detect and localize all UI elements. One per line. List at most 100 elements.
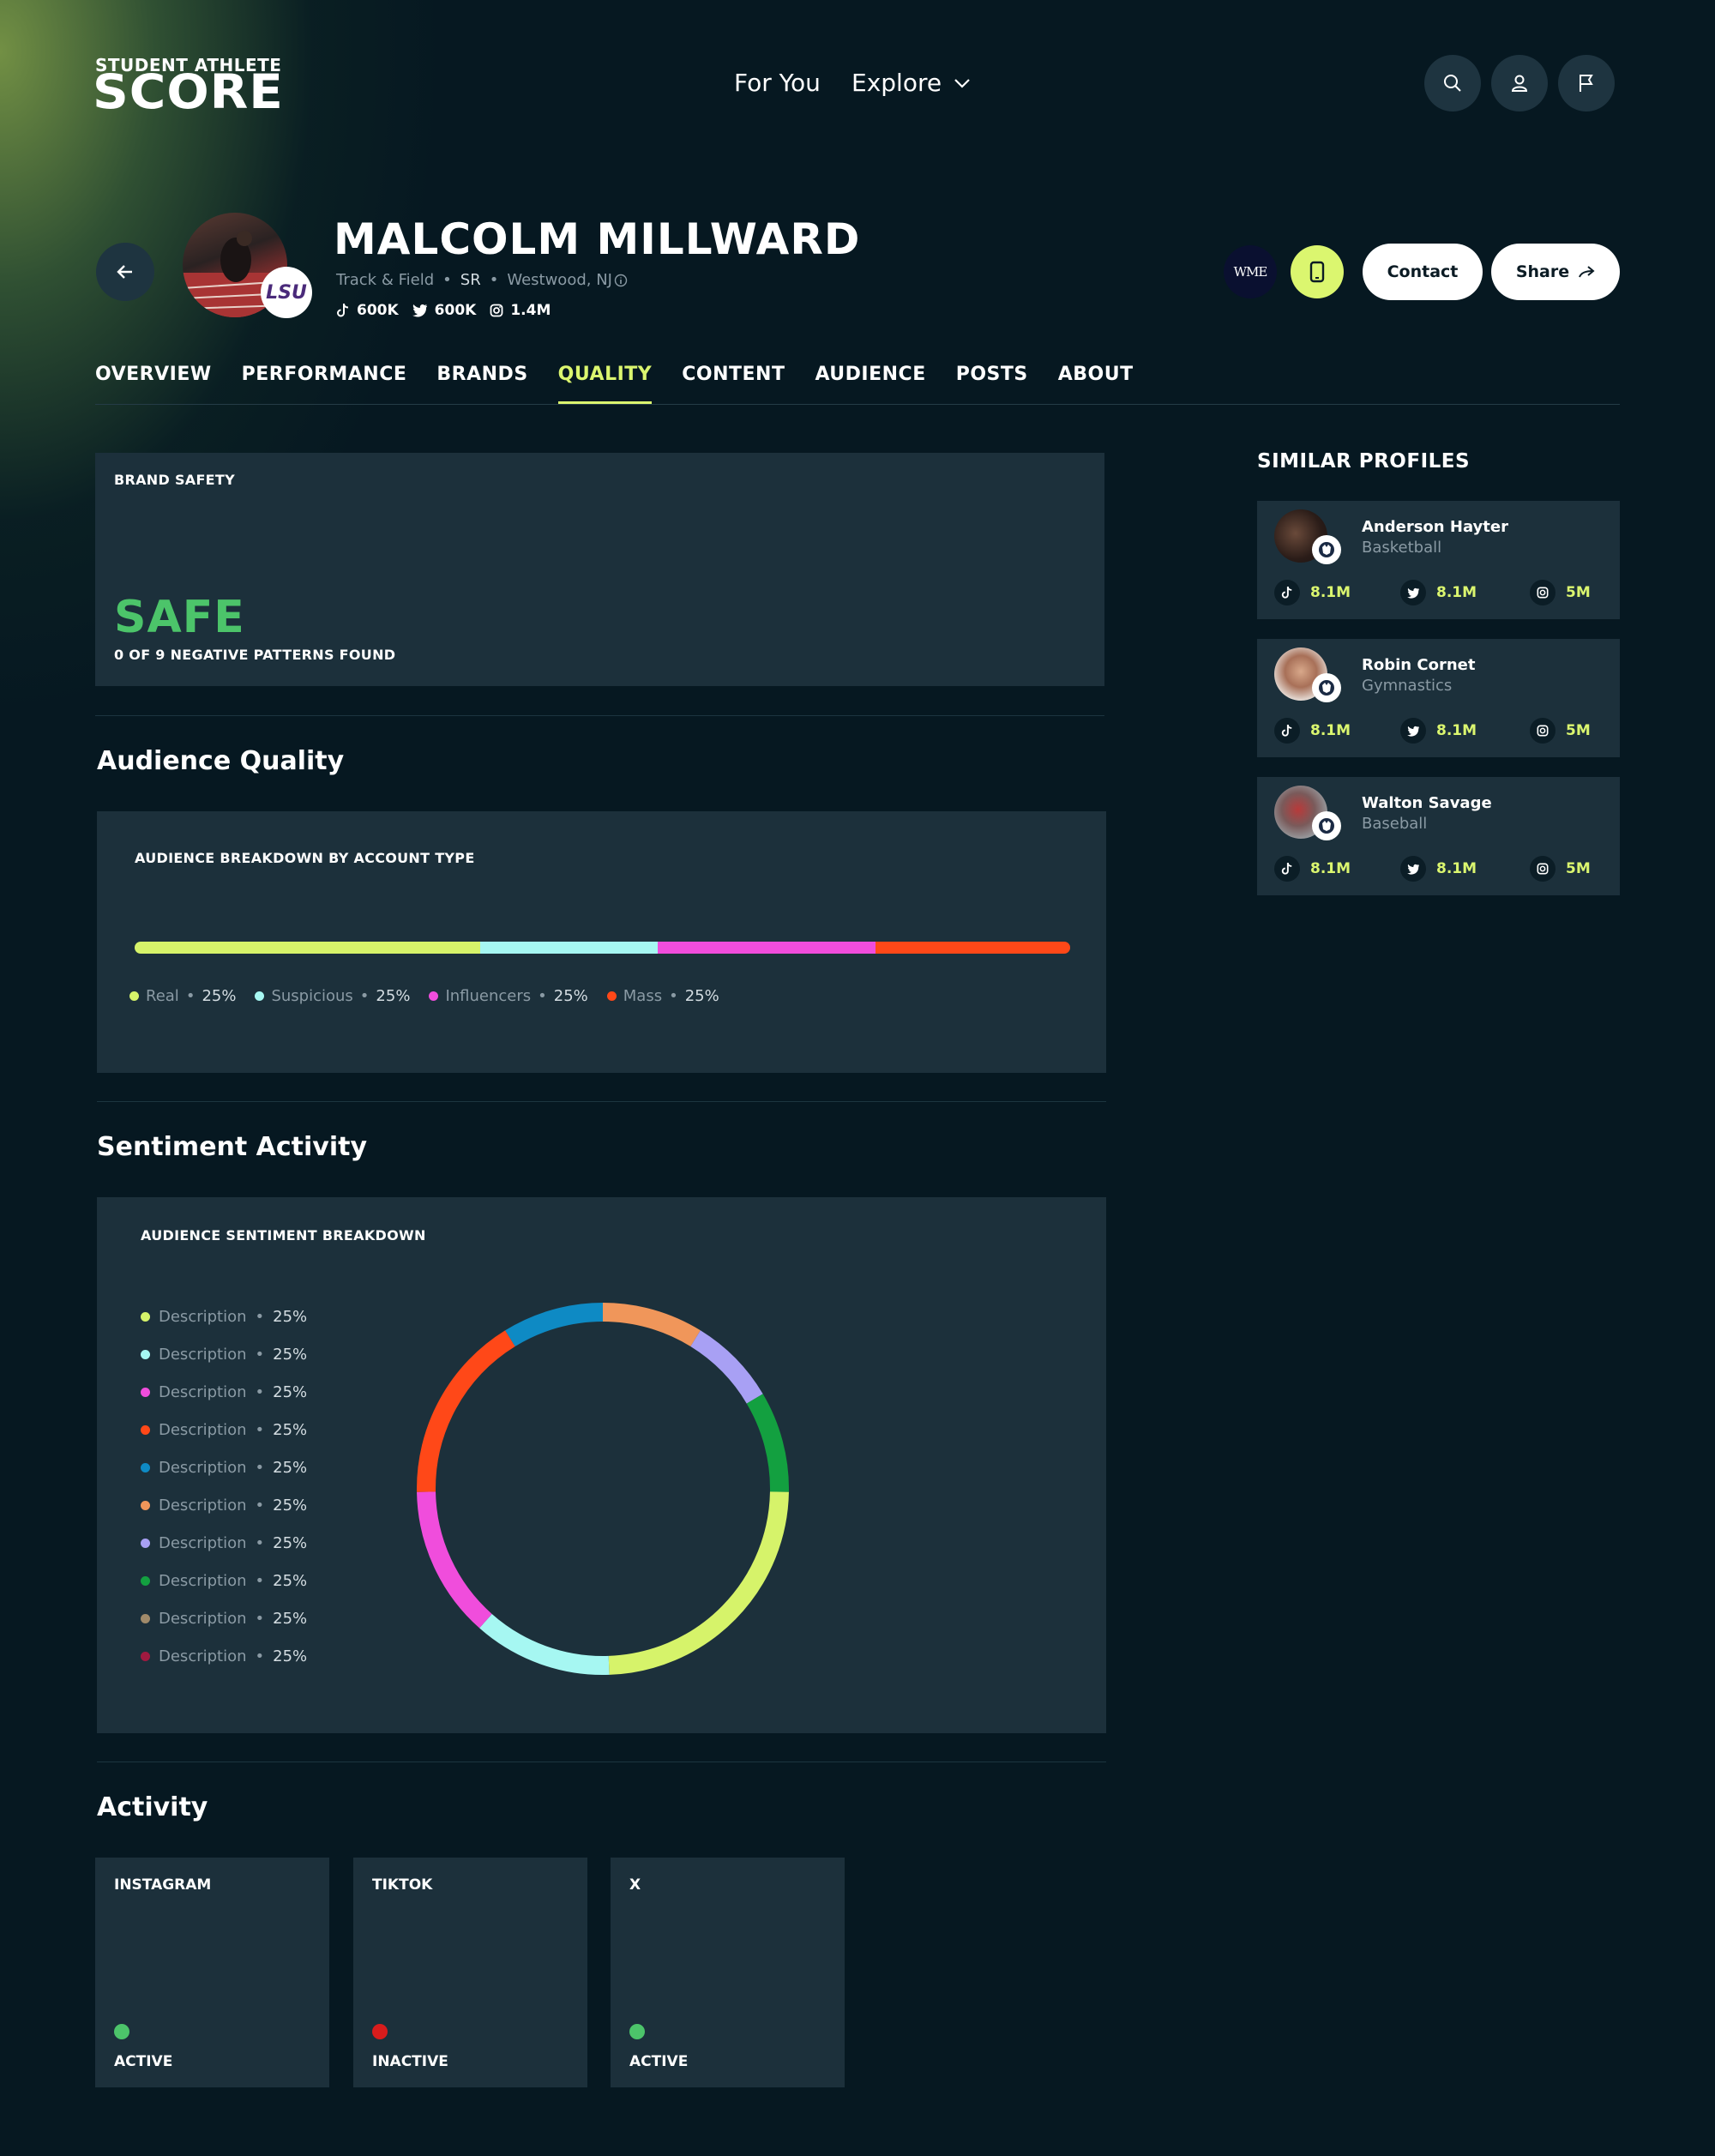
back-button[interactable] [96, 243, 154, 301]
search-button[interactable] [1424, 55, 1481, 111]
legend-label: Description [159, 1533, 247, 1552]
legend-label: Description [159, 1420, 247, 1439]
separator-dot: • [255, 1496, 265, 1515]
profile-name: Anderson Hayter [1362, 518, 1508, 536]
search-icon [1444, 75, 1461, 92]
profile-sport: Gymnastics [1362, 677, 1453, 695]
legend-value: 25% [553, 987, 588, 1005]
legend-value: 25% [273, 1345, 308, 1364]
legend-label: Description [159, 1307, 247, 1326]
share-button[interactable]: Share [1491, 244, 1620, 300]
twitter-stat: 8.1M [1400, 580, 1477, 605]
legend-label: Description [159, 1647, 247, 1665]
legend-label: Influencers [445, 987, 532, 1005]
legend-label: Description [159, 1458, 247, 1477]
sentiment-donut-chart [417, 1303, 789, 1675]
similar-profile-card[interactable]: Anderson Hayter Basketball 8.1M 8.1M 5M [1257, 501, 1620, 619]
audience-breakdown-card: AUDIENCE BREAKDOWN BY ACCOUNT TYPE Real … [97, 811, 1106, 1073]
tab-performance[interactable]: PERFORMANCE [242, 364, 407, 402]
legend-dot [141, 1424, 150, 1435]
tab-overview[interactable]: OVERVIEW [95, 364, 212, 402]
separator-dot: • [538, 987, 547, 1005]
separator-dot: • [255, 1571, 265, 1590]
sentiment-legend-item: Description • 25% [141, 1420, 308, 1439]
separator-dot: • [489, 271, 499, 289]
tiktok-stat: 8.1M [1274, 718, 1351, 744]
instagram-stat: 5M [1530, 718, 1591, 744]
profile-name: Walton Savage [1362, 794, 1492, 812]
agency-logo[interactable]: WME [1224, 245, 1277, 298]
contact-button[interactable]: Contact [1363, 244, 1483, 300]
account-button[interactable] [1491, 55, 1548, 111]
instagram-stat[interactable]: 1.4M [490, 302, 551, 319]
profile-name: Robin Cornet [1362, 656, 1476, 674]
audience-breakdown-label: AUDIENCE BREAKDOWN BY ACCOUNT TYPE [135, 850, 475, 866]
donut-slice-0 [602, 1303, 701, 1347]
logo-title[interactable]: SCORE [93, 68, 284, 115]
phone-icon [1309, 261, 1325, 283]
nav-explore-label: Explore [851, 69, 942, 97]
tab-content[interactable]: CONTENT [682, 364, 785, 402]
twitter-stat[interactable]: 600K [412, 302, 477, 319]
school-badge: LSU [261, 267, 312, 318]
legend-label: Real [146, 987, 179, 1005]
tab-quality[interactable]: QUALITY [557, 364, 653, 404]
activity-status: INACTIVE [372, 2053, 448, 2070]
activity-platform: TIKTOK [372, 1876, 433, 1894]
tab-audience[interactable]: AUDIENCE [815, 364, 925, 402]
activity-platform: X [629, 1876, 641, 1894]
twitter-count: 600K [434, 302, 477, 319]
legend-value: 25% [684, 987, 719, 1005]
tab-about[interactable]: ABOUT [1058, 364, 1134, 402]
nav-for-you[interactable]: For You [734, 69, 821, 97]
husky-icon [1319, 542, 1334, 557]
instagram-icon [1530, 580, 1556, 605]
similar-profile-card[interactable]: Robin Cornet Gymnastics 8.1M 8.1M 5M [1257, 639, 1620, 757]
separator-dot: • [255, 1533, 265, 1552]
school-badge [1312, 673, 1341, 702]
twitter-icon [1400, 718, 1426, 744]
donut-slice-5 [417, 1491, 492, 1629]
info-icon[interactable] [614, 274, 628, 287]
legend-item-real: Real • 25% [129, 987, 236, 1005]
tiktok-count: 600K [357, 302, 399, 319]
stat-value: 8.1M [1436, 860, 1477, 877]
phone-button[interactable] [1291, 245, 1344, 298]
legend-label: Mass [623, 987, 663, 1005]
sentiment-card-label: AUDIENCE SENTIMENT BREAKDOWN [141, 1227, 426, 1244]
legend-value: 25% [273, 1420, 308, 1439]
sentiment-legend-item: Description • 25% [141, 1458, 307, 1477]
account-type-bar [135, 942, 1070, 954]
tab-brands[interactable]: BRANDS [436, 364, 527, 402]
brand-safety-card: BRAND SAFETY SAFE 0 OF 9 NEGATIVE PATTER… [95, 453, 1104, 686]
tab-divider [95, 404, 1620, 405]
legend-label: Description [159, 1609, 247, 1628]
legend-dot [141, 1613, 150, 1623]
sentiment-card: AUDIENCE SENTIMENT BREAKDOWN Description… [97, 1197, 1106, 1733]
stat-value: 8.1M [1436, 722, 1477, 739]
arrow-left-icon [117, 265, 132, 279]
school-badge [1312, 811, 1341, 840]
legend-value: 25% [273, 1647, 308, 1665]
report-button[interactable] [1558, 55, 1615, 111]
sentiment-legend-item: Description • 25% [141, 1533, 307, 1552]
athlete-socials: 600K 600K 1.4M [336, 302, 551, 319]
nav-explore[interactable]: Explore [851, 69, 971, 97]
status-indicator [629, 2024, 645, 2039]
bar-segment-mass [876, 942, 1070, 954]
brand-safety-label: BRAND SAFETY [114, 472, 236, 488]
section-divider [97, 1101, 1106, 1102]
bar-segment-suspicious [480, 942, 658, 954]
husky-icon [1319, 818, 1334, 834]
legend-dot [141, 1311, 150, 1322]
activity-title: Activity [97, 1792, 208, 1822]
stat-value: 8.1M [1436, 584, 1477, 601]
similar-profile-card[interactable]: Walton Savage Baseball 8.1M 8.1M 5M [1257, 777, 1620, 895]
tiktok-stat[interactable]: 600K [336, 302, 399, 319]
legend-dot [141, 1462, 150, 1472]
tab-posts[interactable]: POSTS [956, 364, 1028, 402]
brand-safety-detail: 0 OF 9 NEGATIVE PATTERNS FOUND [114, 647, 396, 663]
donut-slice-1 [690, 1330, 763, 1404]
activity-platform: INSTAGRAM [114, 1876, 212, 1894]
user-icon [1511, 75, 1528, 92]
